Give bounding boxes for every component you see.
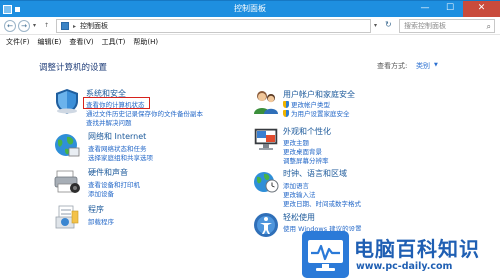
forward-button[interactable]: → (18, 20, 30, 32)
title-bar: 控制面板 — ☐ ✕ (0, 0, 500, 17)
recent-locations-icon[interactable]: ▾ (33, 22, 36, 29)
address-input[interactable]: ▸ 控制面板 (56, 19, 371, 33)
chevron-down-icon[interactable]: ▼ (434, 62, 438, 68)
search-input[interactable]: 搜索控制面板 ⌕ (399, 19, 495, 33)
breadcrumb-separator-icon[interactable]: ▸ (73, 23, 76, 30)
back-button[interactable]: ← (4, 20, 16, 32)
appearance-title[interactable]: 外观和个性化 (283, 126, 331, 137)
maximize-button[interactable]: ☐ (438, 1, 462, 17)
highlight-box (83, 97, 150, 109)
view-by-dropdown[interactable]: 类别 (416, 61, 430, 71)
view-by-label: 查看方式: (377, 62, 408, 70)
network-internet-title[interactable]: 网络和 Internet (88, 131, 146, 142)
uninstall-program-link[interactable]: 卸载程序 (88, 216, 114, 226)
refresh-icon[interactable]: ↻ (385, 20, 392, 29)
menu-edit[interactable]: 编辑(E) (38, 36, 62, 48)
family-safety-label: 为用户设置家庭安全 (291, 110, 350, 118)
shield-icon[interactable] (53, 87, 81, 115)
appearance-icon[interactable] (252, 125, 280, 153)
watermark: 电脑百科知识 www.pc-daily.com (302, 231, 500, 278)
ease-of-access-icon[interactable] (252, 211, 280, 239)
uac-shield-icon (283, 110, 289, 117)
add-device-link[interactable]: 添加设备 (88, 188, 114, 198)
screen-resolution-link[interactable]: 调整屏幕分辨率 (283, 155, 329, 165)
minimize-button[interactable]: — (413, 1, 437, 17)
clock-globe-icon[interactable] (252, 167, 280, 195)
breadcrumb-control-panel[interactable]: 控制面板 (80, 21, 108, 31)
menu-view[interactable]: 查看(V) (69, 36, 93, 48)
printer-icon[interactable] (53, 167, 81, 195)
watermark-title: 电脑百科知识 (354, 237, 480, 261)
users-icon[interactable] (252, 88, 280, 116)
watermark-url: www.pc-daily.com (356, 261, 453, 272)
search-placeholder: 搜索控制面板 (404, 22, 446, 30)
menu-tools[interactable]: 工具(T) (102, 36, 126, 48)
search-icon[interactable]: ⌕ (487, 21, 491, 33)
hardware-sound-title[interactable]: 硬件和声音 (88, 167, 128, 178)
up-button[interactable]: ↑ (44, 22, 49, 29)
clock-language-region-title[interactable]: 时钟、语言和区域 (283, 168, 347, 179)
menu-help[interactable]: 帮助(H) (133, 36, 158, 48)
close-button[interactable]: ✕ (463, 1, 500, 17)
control-panel-icon (61, 22, 69, 30)
homegroup-sharing-link[interactable]: 选择家庭组和共享选项 (88, 152, 153, 162)
family-safety-link[interactable]: 为用户设置家庭安全 (283, 108, 350, 118)
programs-title[interactable]: 程序 (88, 204, 104, 215)
date-time-format-link[interactable]: 更改日期、时间或数字格式 (283, 198, 361, 208)
menu-file[interactable]: 文件(F) (6, 36, 30, 48)
address-dropdown-icon[interactable]: ▾ (374, 22, 377, 29)
address-bar: ← → ▾ ↑ ▸ 控制面板 ▾ ↻ 搜索控制面板 ⌕ (0, 17, 500, 35)
uac-shield-icon (283, 101, 289, 108)
troubleshoot-link[interactable]: 查找并解决问题 (86, 117, 132, 127)
network-globe-icon[interactable] (53, 131, 81, 159)
menu-bar: 文件(F) 编辑(E) 查看(V) 工具(T) 帮助(H) (0, 36, 500, 48)
ease-of-access-title[interactable]: 轻松使用 (283, 212, 315, 223)
pc-daily-logo-icon (302, 231, 349, 278)
programs-icon[interactable] (53, 203, 81, 231)
page-title: 调整计算机的设置 (39, 63, 108, 73)
